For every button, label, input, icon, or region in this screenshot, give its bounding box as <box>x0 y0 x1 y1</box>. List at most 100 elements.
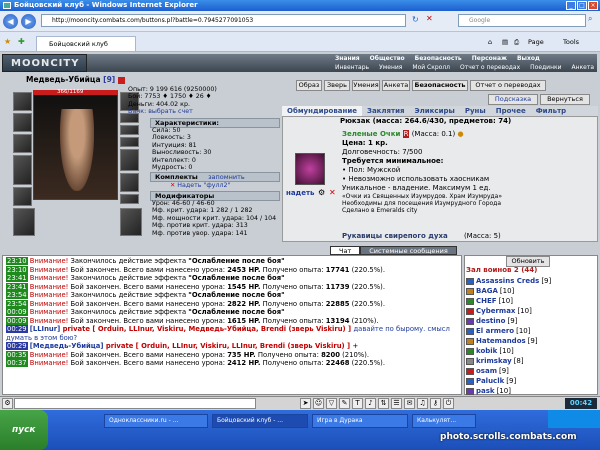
search-input[interactable]: Google <box>458 14 586 27</box>
send-icon[interactable]: ➤ <box>300 398 311 409</box>
task-calculator[interactable]: Калькулят... <box>412 414 476 428</box>
menu-character[interactable]: Персонаж <box>467 55 512 62</box>
security-button[interactable]: Безопасность <box>412 80 468 91</box>
slot-shield[interactable] <box>120 173 139 192</box>
smile-icon[interactable]: ☺ <box>313 398 324 409</box>
maximize-button[interactable]: □ <box>577 1 587 10</box>
item-icon-glasses[interactable] <box>295 153 325 185</box>
slot-belt[interactable] <box>13 187 32 206</box>
wear-link[interactable]: надеть <box>286 189 314 197</box>
favorites-star-icon[interactable]: ★ <box>4 37 11 46</box>
submenu-transfers[interactable]: Отчет о переводах <box>455 64 525 71</box>
slot-extra[interactable] <box>120 208 142 236</box>
chat-input[interactable] <box>14 398 256 409</box>
player-row[interactable]: BAGA [10] <box>466 286 551 296</box>
chat-settings-icon[interactable]: ⚙ <box>2 398 13 409</box>
hint-button[interactable]: Подсказка <box>488 94 538 105</box>
tab-equipment[interactable]: Обмундирование <box>282 106 362 116</box>
profile-button[interactable]: Анкета <box>382 80 410 91</box>
start-button[interactable]: пуск <box>0 410 48 450</box>
slot-armor[interactable] <box>13 155 32 185</box>
image-button[interactable]: Образ <box>296 80 322 91</box>
stop-icon[interactable]: ✕ <box>426 14 433 23</box>
tools-menu[interactable]: Tools <box>563 38 579 46</box>
bell-icon[interactable]: ♫ <box>417 398 428 409</box>
tab-spells[interactable]: Заклятия <box>362 106 410 116</box>
submenu-skills[interactable]: Умения <box>374 64 407 71</box>
submenu-scroll[interactable]: Мой Скролл <box>407 64 455 71</box>
slot-boots[interactable] <box>120 194 139 204</box>
private-icon[interactable]: ✉ <box>404 398 415 409</box>
player-row[interactable]: destino [9] <box>466 316 551 326</box>
slot-ring3[interactable] <box>120 137 139 147</box>
player-row[interactable]: Hatemandos [9] <box>466 336 551 346</box>
sets-header[interactable]: Комплекты запомнить <box>150 172 280 182</box>
scroll-icon[interactable]: ⇅ <box>378 398 389 409</box>
tab-elixirs[interactable]: Эликсиры <box>410 106 460 116</box>
refresh-icon[interactable]: ↻ <box>412 15 419 24</box>
tab-system-messages[interactable]: Системные сообщения <box>360 246 457 255</box>
tab-runes[interactable]: Руны <box>460 106 491 116</box>
player-row[interactable]: Paluclk [9] <box>466 376 551 386</box>
slot-ring2[interactable] <box>120 125 139 135</box>
tab-filter[interactable]: Фильтр <box>531 106 571 116</box>
player-row[interactable]: kobik [10] <box>466 346 551 356</box>
transfers-button[interactable]: Отчет о переводах <box>470 80 546 91</box>
slot-amulet[interactable] <box>13 113 32 132</box>
return-button[interactable]: Вернуться <box>540 94 590 105</box>
set-item[interactable]: ✕ Надеть "фулл2" <box>170 182 230 189</box>
sound-icon[interactable]: ♪ <box>365 398 376 409</box>
slot-gloves[interactable] <box>120 149 139 171</box>
item2-name[interactable]: Рукавицы свирепого духа <box>342 232 448 240</box>
player-row[interactable]: pask [10] <box>466 386 551 396</box>
submenu-profile[interactable]: Анкета <box>567 64 600 71</box>
search-icon[interactable]: ⌕ <box>588 14 592 24</box>
menu-society[interactable]: Общество <box>365 55 410 62</box>
lock-icon[interactable]: ⚷ <box>430 398 441 409</box>
remember-set-link[interactable]: запомнить <box>208 173 245 181</box>
player-row[interactable]: osam [9] <box>466 366 551 376</box>
task-odnoklassniki[interactable]: Одноклассники.ru - ... <box>104 414 208 428</box>
translit-icon[interactable]: T <box>352 398 363 409</box>
filter-icon[interactable]: ▽ <box>326 398 337 409</box>
tab-chat[interactable]: Чат <box>330 246 361 255</box>
feeds-icon[interactable]: ▤ <box>502 38 508 46</box>
submenu-inventory[interactable]: Инвентарь <box>330 64 374 71</box>
drop-icon[interactable]: ⚙ <box>318 188 325 197</box>
game-logo: MOONCITY <box>2 54 87 72</box>
home-icon[interactable]: ⌂ <box>488 38 492 46</box>
tab-combats[interactable]: Бойцовский клуб <box>36 36 136 51</box>
menu-knowledge[interactable]: Знания <box>330 55 365 62</box>
tab-other[interactable]: Прочее <box>491 106 531 116</box>
skills-button[interactable]: Умения <box>352 80 380 91</box>
task-durak[interactable]: Игра в Дурака <box>312 414 408 428</box>
add-favorites-icon[interactable]: ✚ <box>18 37 25 46</box>
pet-button[interactable]: Зверь <box>324 80 350 91</box>
player-row[interactable]: Assassins Creds [9] <box>466 276 551 286</box>
player-row[interactable]: krimskay [8] <box>466 356 551 366</box>
delete-icon[interactable]: ✕ <box>329 188 336 197</box>
menu-security[interactable]: Безопасность <box>410 55 467 62</box>
forward-icon[interactable]: ▶ <box>21 14 36 29</box>
close-button[interactable]: × <box>588 1 598 10</box>
slot-leggings[interactable] <box>13 208 35 236</box>
submenu-battles[interactable]: Поединки <box>525 64 566 71</box>
info-icon[interactable] <box>117 76 125 84</box>
exit-chat-icon[interactable]: ⏻ <box>443 398 454 409</box>
clear-icon[interactable]: ✎ <box>339 398 350 409</box>
back-icon[interactable]: ◀ <box>3 14 18 29</box>
page-menu[interactable]: Page <box>528 38 544 46</box>
menu-exit[interactable]: Выход <box>512 55 545 62</box>
chat-mode-icon[interactable]: ☰ <box>391 398 402 409</box>
slot-helmet[interactable] <box>13 92 32 111</box>
player-row[interactable]: El armero [10] <box>466 326 551 336</box>
delete-set-icon[interactable]: ✕ <box>170 182 175 189</box>
print-icon[interactable]: ⎙ <box>514 38 519 47</box>
minimize-button[interactable]: _ <box>566 1 576 10</box>
item-name[interactable]: Зеленые Очки <box>342 130 400 138</box>
address-input[interactable]: http://mooncity.combats.com/buttons.pl?b… <box>41 14 406 27</box>
player-row[interactable]: Cybermax [10] <box>466 306 551 316</box>
task-combats[interactable]: Бойцовский клуб - ... <box>212 414 308 428</box>
slot-weapon[interactable] <box>13 134 32 153</box>
player-row[interactable]: CHEF [10] <box>466 296 551 306</box>
